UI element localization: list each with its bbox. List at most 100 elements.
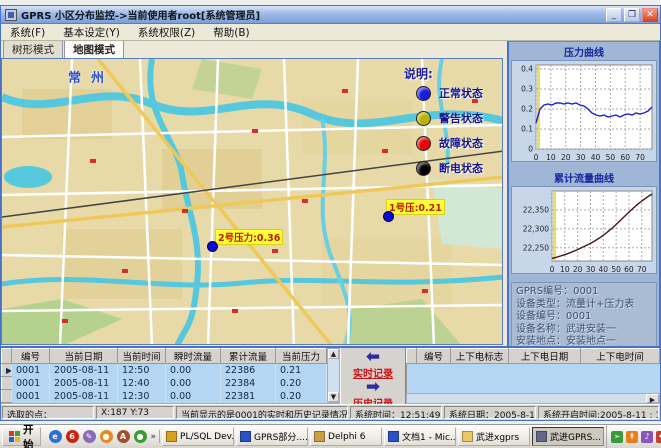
status-selected-point: 选取的点： [2, 406, 94, 419]
menu-permissions[interactable]: 系统权限(Z) [129, 24, 204, 41]
svg-text:20: 20 [561, 153, 571, 162]
tab-tree-mode[interactable]: 树形模式 [3, 41, 63, 58]
close-button[interactable]: ✕ [642, 8, 658, 22]
legend-label: 警告状态 [439, 110, 483, 126]
tab-map-mode[interactable]: 地图模式 [64, 41, 124, 58]
main-content: 树形模式 地图模式 [1, 41, 660, 346]
svg-text:0.4: 0.4 [521, 65, 533, 74]
station2-marker[interactable] [207, 241, 218, 252]
view-tabs: 树形模式 地图模式 [1, 41, 507, 58]
svg-text:22,350: 22,350 [523, 205, 549, 214]
info-device-id: 设备编号：0001 [516, 311, 652, 324]
realtime-vscrollbar[interactable]: ▲ ▼ [327, 348, 340, 403]
station2-label[interactable]: 2号压力:0.36 [215, 229, 283, 245]
flow-chart-title: 累计流量曲线 [511, 169, 657, 186]
svg-text:70: 70 [635, 153, 645, 162]
svg-text:0: 0 [550, 265, 555, 274]
mail-app-icon[interactable]: A [117, 430, 130, 443]
power-hscrollbar[interactable]: ▶ [406, 393, 660, 404]
svg-text:60: 60 [620, 153, 630, 162]
system-tray: ➣ ↟ ♪ ❖ CH 12:51 [606, 425, 661, 448]
quick-launch: e 6 ✎ ● A ● » [44, 430, 161, 443]
scroll-up-icon[interactable]: ▲ [328, 349, 339, 359]
fault-status-icon [416, 136, 431, 151]
realtime-table[interactable]: 编号当前日期 当前时间瞬时流量 累计流量当前压力 ▶ 00012005-08-1… [1, 348, 327, 403]
pen-app-icon[interactable]: ✎ [83, 430, 96, 443]
svg-text:60: 60 [624, 265, 634, 274]
app-icon [5, 9, 17, 21]
records-strip: 编号当前日期 当前时间瞬时流量 累计流量当前压力 ▶ 00012005-08-1… [1, 346, 660, 404]
restore-button[interactable]: ❐ [624, 8, 640, 22]
ie-icon[interactable]: e [49, 430, 62, 443]
record-switch-panel: ⬅ 实时记录 ➡ 历史记录 [340, 348, 406, 404]
info-device-type: 设备类型：流量计+压力表 [516, 299, 652, 312]
scroll-down-icon[interactable]: ▼ [328, 392, 339, 402]
power-table-body[interactable] [406, 364, 660, 393]
svg-text:0: 0 [534, 153, 539, 162]
table-row[interactable]: ▶ 00012005-08-11 12:500.00 223860.21 [2, 364, 327, 377]
svg-text:0.2: 0.2 [521, 105, 533, 114]
flow-chart-box: 累计流量曲线 01020304050607022,25022,30022,350 [509, 168, 659, 280]
info-install-site: 安装地点：安装地点一 [516, 336, 652, 346]
info-device-name: 设备名称：武进安装一 [516, 324, 652, 337]
scroll-right-icon[interactable]: ▶ [646, 394, 659, 403]
taskbar: 开始 e 6 ✎ ● A ● » PL/SQL Dev... GPRS部分...… [0, 424, 661, 448]
taskbar-button-delphi[interactable]: Delphi 6 [310, 427, 382, 446]
tray-arrow-icon[interactable]: ➣ [611, 431, 623, 443]
desktop: GPRS 小区分布监控->当前使用者root[系统管理员] _ ❐ ✕ 系统(F… [0, 0, 661, 448]
start-label: 开始 [23, 422, 34, 448]
title-bar[interactable]: GPRS 小区分布监控->当前使用者root[系统管理员] _ ❐ ✕ [1, 6, 660, 24]
svg-text:30: 30 [586, 265, 596, 274]
taskbar-button-word-doc[interactable]: 文档1 - Mic... [384, 427, 456, 446]
taskbar-button-folder[interactable]: 武进xgprs [458, 427, 530, 446]
svg-text:30: 30 [576, 153, 586, 162]
minimize-button[interactable]: _ [606, 8, 622, 22]
svg-text:20: 20 [573, 265, 583, 274]
svg-text:22,250: 22,250 [523, 243, 549, 252]
svg-text:10: 10 [546, 153, 556, 162]
start-button[interactable]: 开始 [2, 427, 41, 446]
legend-item-fault: 故障状态 [404, 135, 500, 151]
legend-item-poweroff: 断电状态 [404, 160, 500, 176]
legend-title: 说明: [404, 65, 500, 82]
svg-text:50: 50 [606, 153, 616, 162]
power-table[interactable]: 编号上下电标志 上下电日期上下电时间 [406, 348, 660, 364]
app-window: GPRS 小区分布监控->当前使用者root[系统管理员] _ ❐ ✕ 系统(F… [0, 5, 661, 421]
red-app-icon[interactable]: 6 [66, 430, 79, 443]
station1-marker[interactable] [383, 211, 394, 222]
realtime-table-wrap: 编号当前日期 当前时间瞬时流量 累计流量当前压力 ▶ 00012005-08-1… [1, 348, 340, 404]
table-row[interactable]: 00012005-08-11 12:300.00 223810.20 [2, 390, 327, 403]
tray-up-icon[interactable]: ↟ [626, 431, 638, 443]
pressure-chart-box: 压力曲线 01020304050607000.10.20.30.4 [509, 42, 659, 168]
tray-vol-icon[interactable]: ♪ [641, 431, 653, 443]
chevron-icon[interactable]: » [151, 432, 157, 442]
power-table-wrap: 编号上下电标志 上下电日期上下电时间 ▶ [406, 348, 660, 404]
right-arrow-icon: ➡ [366, 380, 380, 395]
status-system-date: 系统日期：2005-8-11 [444, 406, 536, 419]
pressure-chart-title: 压力曲线 [511, 43, 657, 60]
svg-text:10: 10 [560, 265, 570, 274]
menu-system[interactable]: 系统(F) [1, 24, 54, 41]
station1-label[interactable]: 1号压:0.21 [386, 199, 445, 215]
tray-net-icon[interactable]: ❖ [656, 431, 661, 443]
menu-help[interactable]: 帮助(B) [204, 24, 258, 41]
legend-label: 正常状态 [439, 85, 483, 101]
taskbar-button-gprs-doc[interactable]: GPRS部分.... [236, 427, 308, 446]
device-info-panel: GPRS编号：0001 设备类型：流量计+压力表 设备编号：0001 设备名称：… [511, 282, 657, 346]
svg-text:0.3: 0.3 [521, 85, 533, 94]
table-row[interactable]: 00012005-08-11 12:400.00 223840.20 [2, 377, 327, 390]
status-system-time: 系统时间：12:51:49 [350, 406, 442, 419]
warning-status-icon [416, 111, 431, 126]
legend-label: 断电状态 [439, 160, 483, 176]
taskbar-button-plsql[interactable]: PL/SQL Dev... [162, 427, 234, 446]
svg-text:50: 50 [611, 265, 621, 274]
windows-logo-icon [9, 431, 20, 442]
left-arrow-icon: ⬅ [366, 350, 380, 365]
taskbar-button-wujin-gprs[interactable]: 武进GPRS... [532, 427, 604, 446]
orange-app-icon[interactable]: ● [100, 430, 113, 443]
svg-text:40: 40 [591, 153, 601, 162]
green-app-icon[interactable]: ● [134, 430, 147, 443]
status-coords: X:187 Y:73 [96, 406, 174, 419]
city-map[interactable]: 常州 说明: 正常状态 警告状态 [1, 58, 503, 345]
menu-basic-settings[interactable]: 基本设定(Y) [54, 24, 129, 41]
